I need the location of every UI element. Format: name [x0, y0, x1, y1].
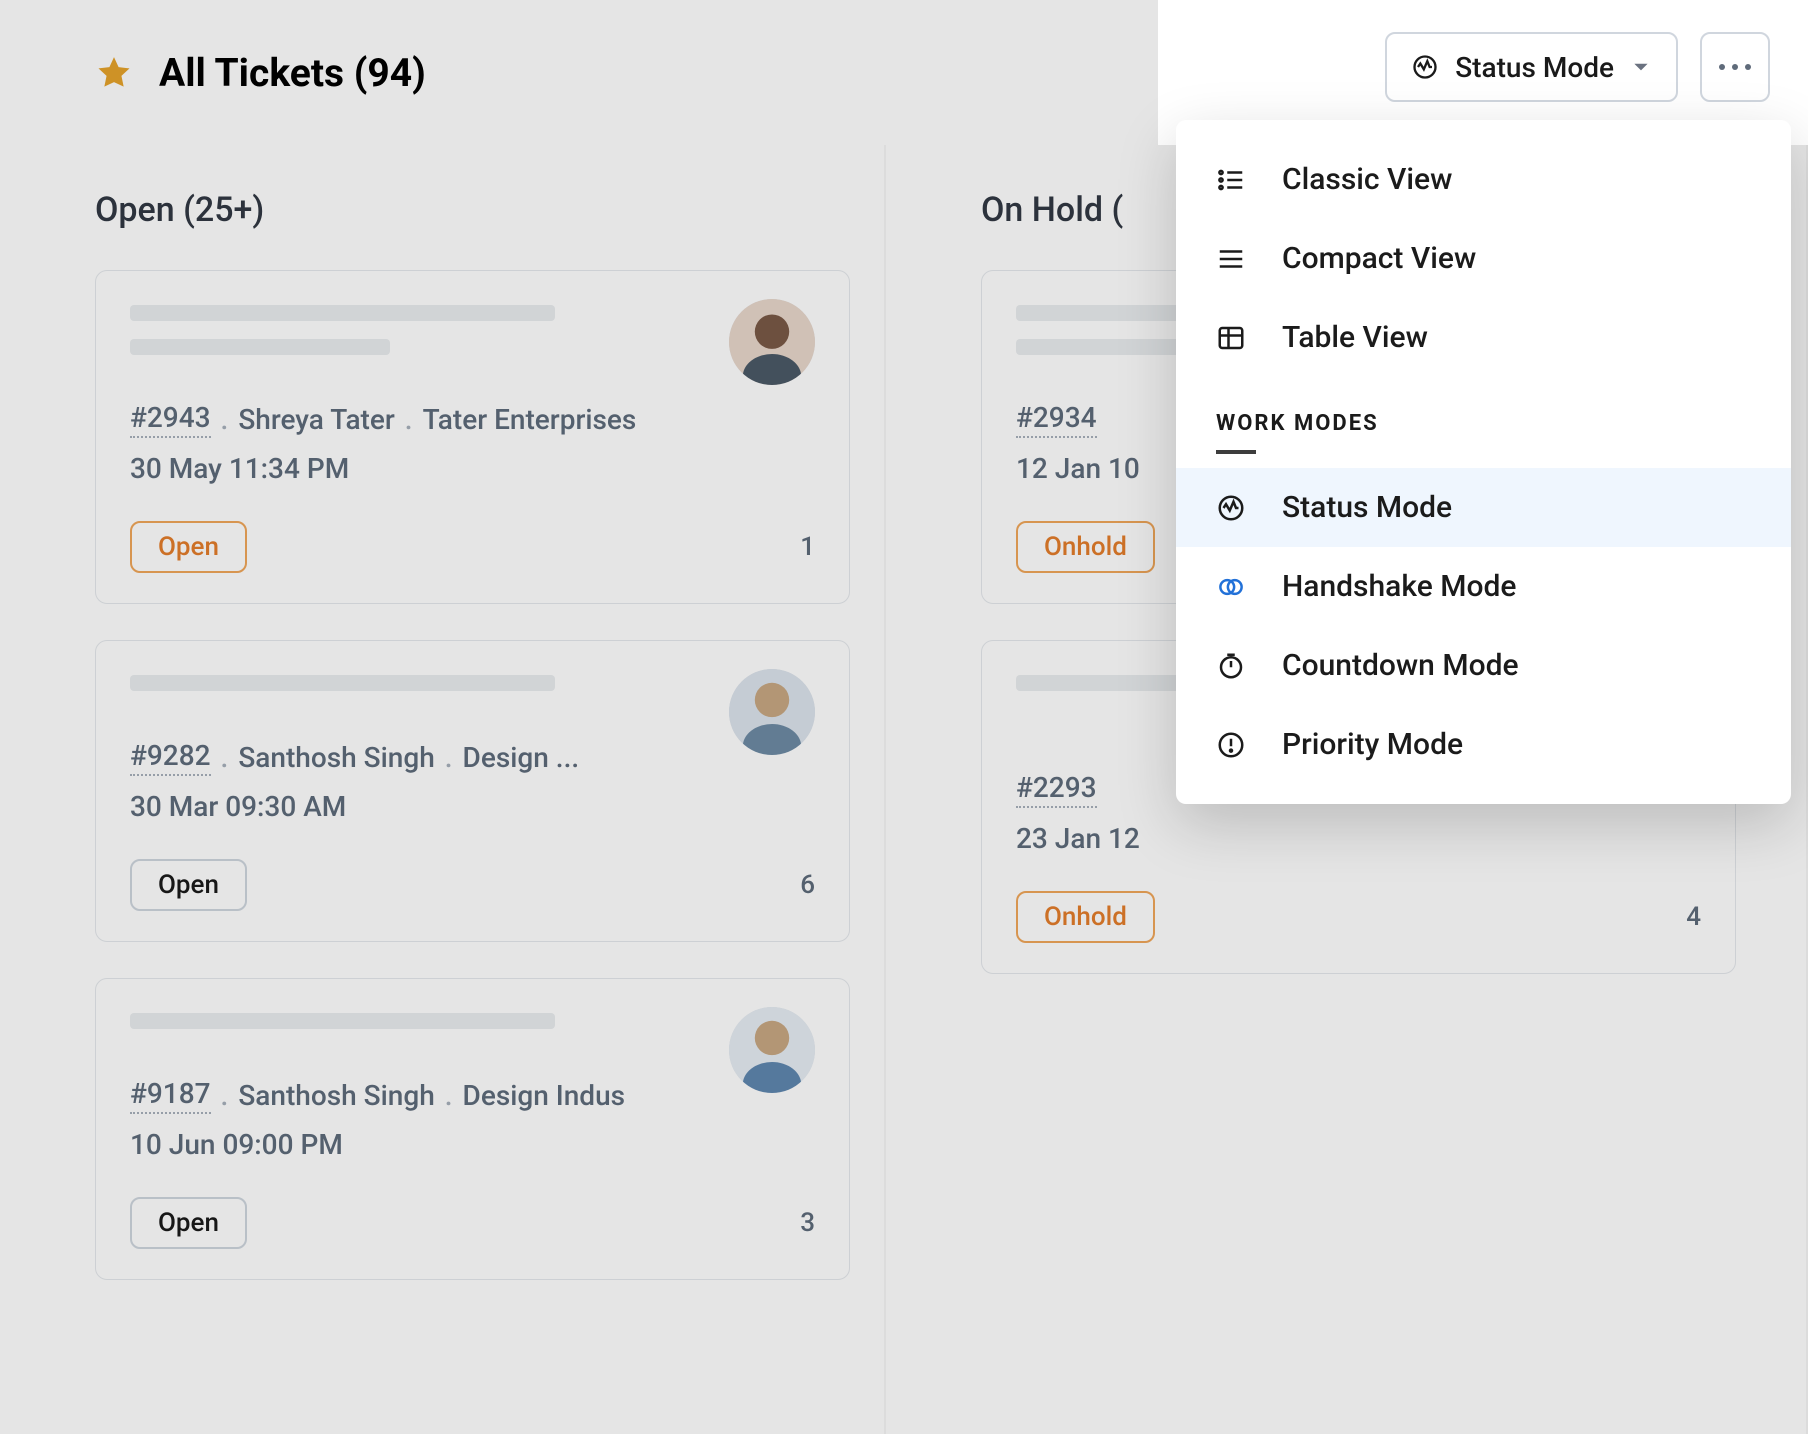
avatar — [729, 299, 815, 385]
handshake-icon — [1216, 572, 1246, 602]
ticket-id[interactable]: #2293 — [1016, 771, 1097, 808]
ticket-company: Tater Enterprises — [423, 403, 637, 436]
ticket-card[interactable]: #9187 . Santhosh Singh . Design Indus 10… — [95, 978, 850, 1280]
status-icon — [1216, 493, 1246, 523]
page-title-count: (94) — [354, 50, 426, 96]
ticket-timestamp: 30 May 11:34 PM — [130, 452, 815, 485]
menu-group-underline — [1216, 450, 1256, 454]
list-icon — [1216, 165, 1246, 195]
ticket-meta: #9282 . Santhosh Singh . Design ... — [130, 739, 815, 776]
ticket-card[interactable]: #2943 . Shreya Tater . Tater Enterprises… — [95, 270, 850, 604]
status-pill[interactable]: Open — [130, 1197, 247, 1249]
ticket-count: 6 — [800, 870, 815, 900]
status-mode-button[interactable]: Status Mode — [1385, 32, 1678, 102]
column-open: Open (25+) #2943 . Shreya Tater . Tater … — [0, 145, 886, 1434]
avatar — [729, 1007, 815, 1093]
page-title-text: All Tickets — [159, 50, 344, 96]
menu-item-compact-view[interactable]: Compact View — [1176, 219, 1791, 298]
menu-item-handshake-mode[interactable]: Handshake Mode — [1176, 547, 1791, 626]
menu-label: Table View — [1282, 320, 1428, 355]
avatar — [729, 669, 815, 755]
ticket-id[interactable]: #9282 — [130, 739, 211, 776]
meta-sep: . — [221, 403, 229, 436]
menu-label: Handshake Mode — [1282, 569, 1516, 604]
ticket-footer: Open 6 — [130, 859, 815, 911]
table-icon — [1216, 323, 1246, 353]
ticket-count: 4 — [1686, 902, 1701, 932]
menu-label: Priority Mode — [1282, 727, 1463, 762]
meta-sep: . — [445, 1079, 453, 1112]
ticket-count: 3 — [800, 1208, 815, 1238]
ticket-timestamp: 23 Jan 12 — [1016, 822, 1701, 855]
menu-item-priority-mode[interactable]: Priority Mode — [1176, 705, 1791, 784]
alert-icon — [1216, 730, 1246, 760]
skeleton-line — [130, 339, 390, 355]
ticket-timestamp: 30 Mar 09:30 AM — [130, 790, 815, 823]
ticket-meta: #2943 . Shreya Tater . Tater Enterprises — [130, 401, 815, 438]
meta-sep: . — [405, 403, 413, 436]
ticket-id[interactable]: #9187 — [130, 1077, 211, 1114]
menu-item-classic-view[interactable]: Classic View — [1176, 140, 1791, 219]
view-mode-dropdown: Classic View Compact View Table View WOR… — [1176, 120, 1791, 804]
page-title: All Tickets (94) — [159, 50, 426, 96]
ticket-id[interactable]: #2934 — [1016, 401, 1097, 438]
ticket-footer: Open 1 — [130, 521, 815, 573]
timer-icon — [1216, 651, 1246, 681]
ticket-owner: Shreya Tater — [238, 403, 394, 436]
skeleton-line — [130, 675, 555, 691]
chevron-down-icon — [1630, 56, 1652, 78]
ticket-count: 1 — [800, 532, 815, 562]
ticket-card[interactable]: #9282 . Santhosh Singh . Design ... 30 M… — [95, 640, 850, 942]
menu-item-status-mode[interactable]: Status Mode — [1176, 468, 1791, 547]
ticket-owner: Santhosh Singh — [238, 1079, 434, 1112]
menu-group-header: WORK MODES — [1176, 377, 1791, 468]
ticket-footer: Onhold 4 — [1016, 891, 1701, 943]
ticket-owner: Santhosh Singh — [238, 741, 434, 774]
menu-group-label: WORK MODES — [1216, 411, 1751, 436]
ticket-company: Design Indus — [463, 1079, 626, 1112]
star-icon — [95, 54, 133, 92]
ticket-company: Design ... — [463, 741, 580, 774]
dots-icon — [1719, 64, 1751, 70]
ticket-footer: Open 3 — [130, 1197, 815, 1249]
skeleton-line — [130, 305, 555, 321]
status-pill[interactable]: Open — [130, 859, 247, 911]
header-actions: Status Mode — [1365, 32, 1770, 102]
meta-sep: . — [221, 1079, 229, 1112]
more-button[interactable] — [1700, 32, 1770, 102]
column-title: Open (25+) — [95, 190, 850, 230]
status-pill[interactable]: Open — [130, 521, 247, 573]
menu-label: Compact View — [1282, 241, 1476, 276]
status-pill[interactable]: Onhold — [1016, 891, 1155, 943]
status-icon — [1411, 53, 1439, 81]
menu-item-table-view[interactable]: Table View — [1176, 298, 1791, 377]
ticket-id[interactable]: #2943 — [130, 401, 211, 438]
menu-label: Classic View — [1282, 162, 1452, 197]
menu-label: Status Mode — [1282, 490, 1452, 525]
ticket-meta: #9187 . Santhosh Singh . Design Indus — [130, 1077, 815, 1114]
lines-icon — [1216, 244, 1246, 274]
meta-sep: . — [445, 741, 453, 774]
status-mode-label: Status Mode — [1455, 51, 1614, 84]
status-pill[interactable]: Onhold — [1016, 521, 1155, 573]
skeleton-line — [130, 1013, 555, 1029]
menu-label: Countdown Mode — [1282, 648, 1519, 683]
menu-item-countdown-mode[interactable]: Countdown Mode — [1176, 626, 1791, 705]
ticket-timestamp: 10 Jun 09:00 PM — [130, 1128, 815, 1161]
meta-sep: . — [221, 741, 229, 774]
